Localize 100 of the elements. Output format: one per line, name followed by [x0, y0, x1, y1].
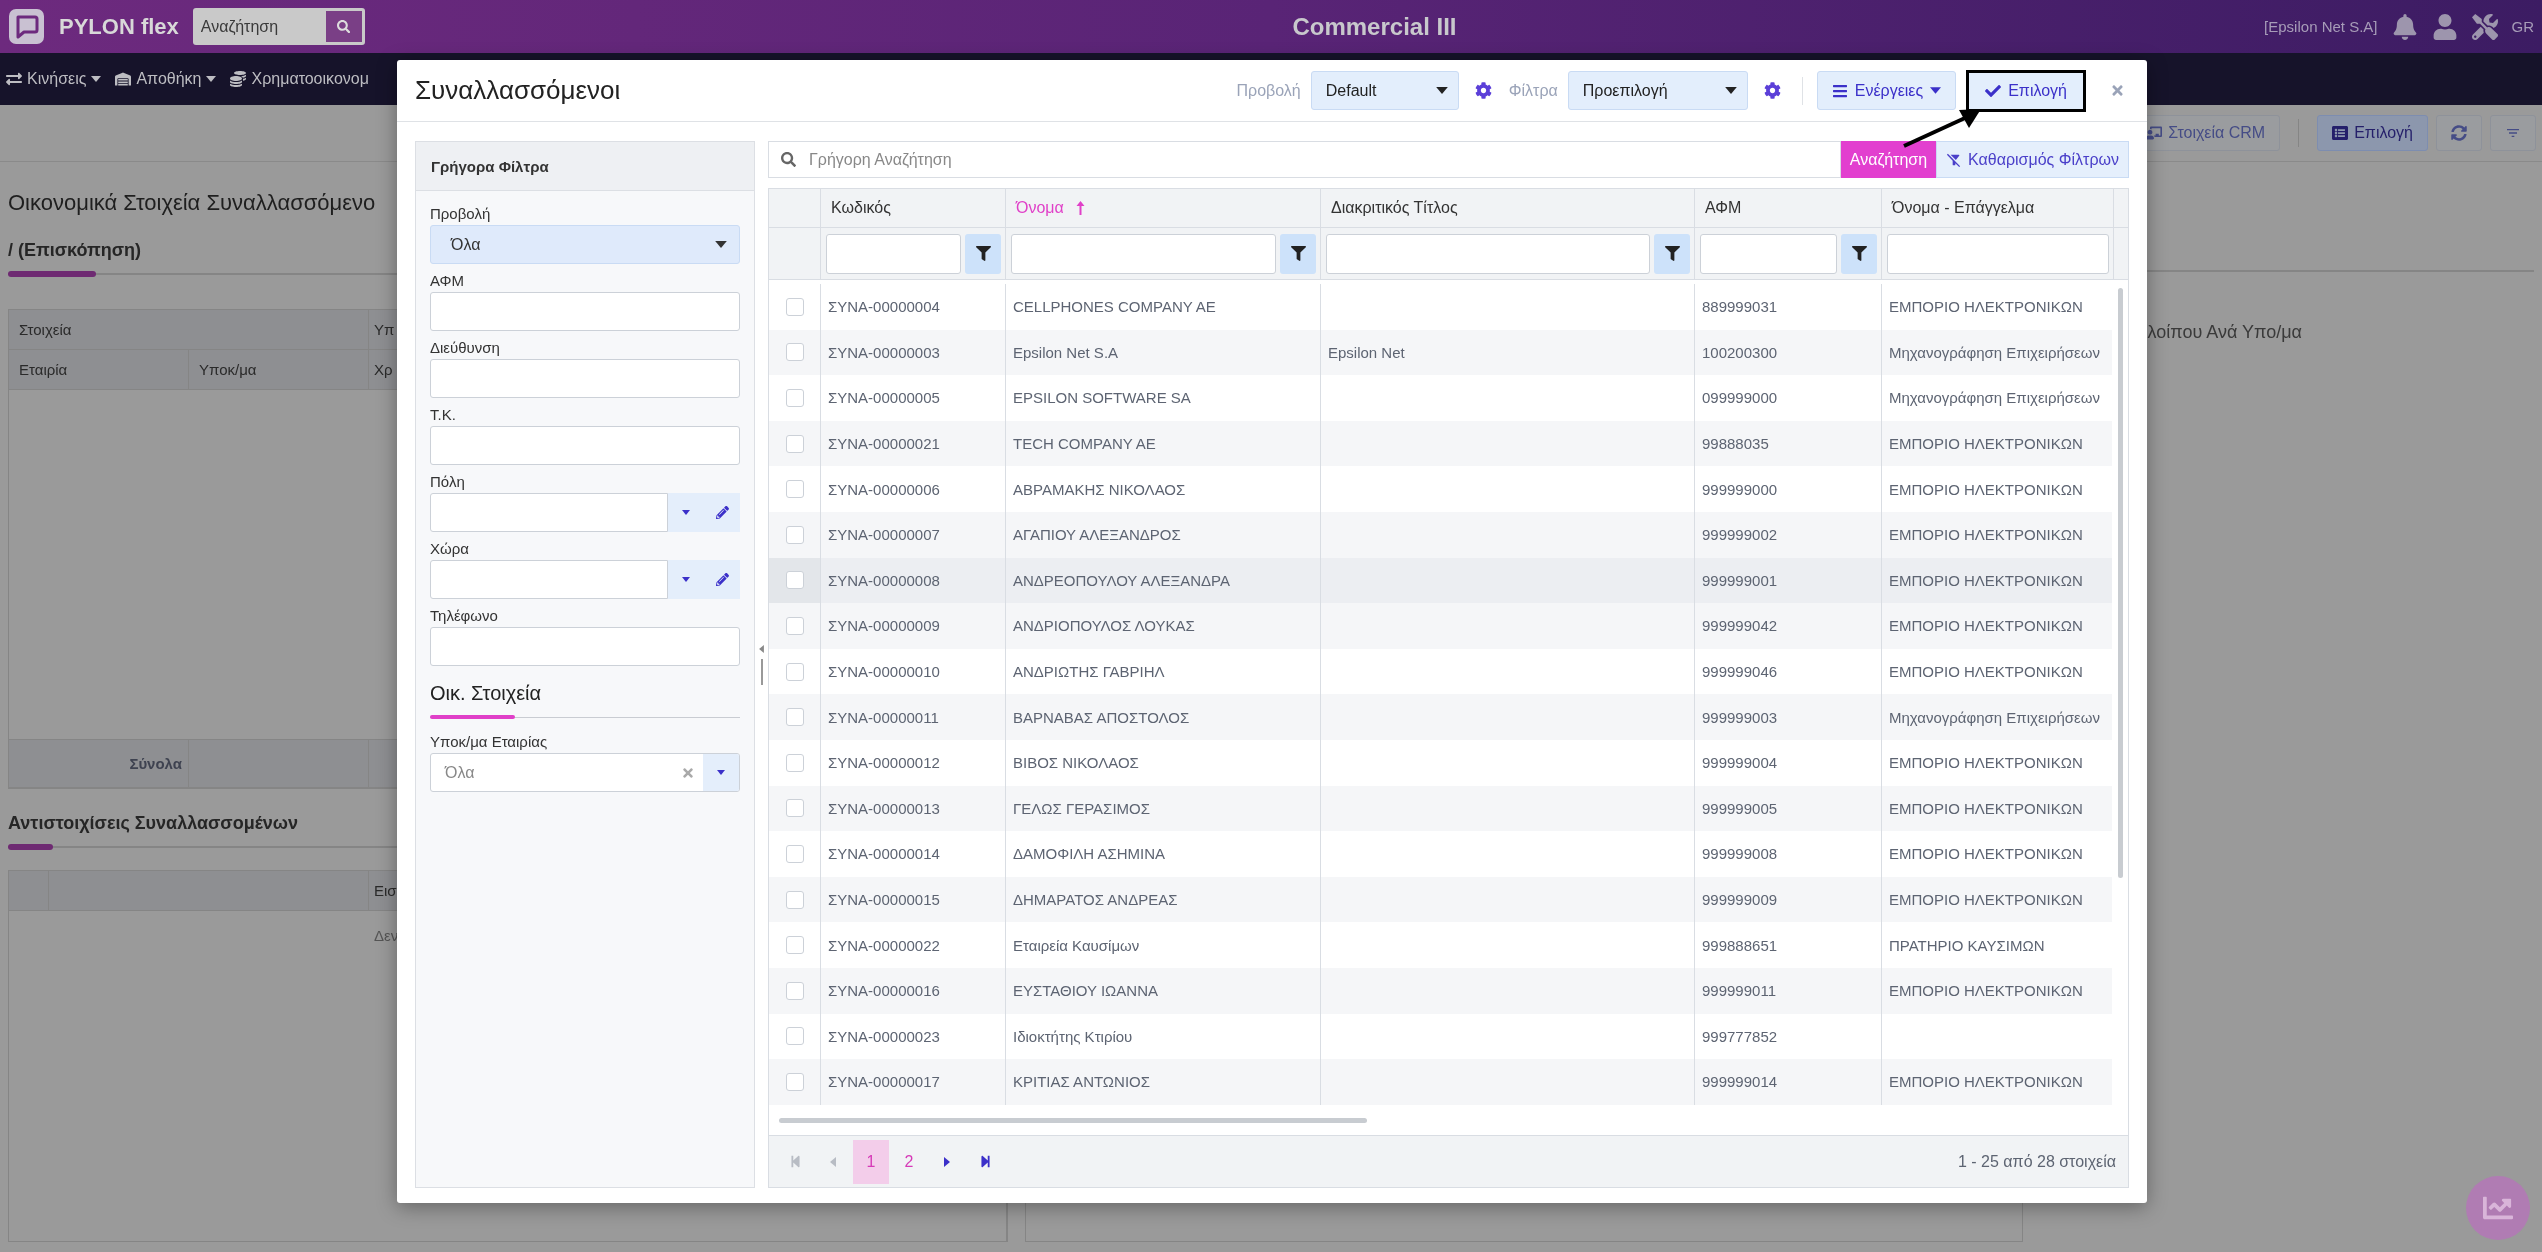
actions-button[interactable]: Ενέργειες — [1816, 71, 1957, 110]
table-row[interactable]: ΣΥΝΑ-00000015 ΔΗΜΑΡΑΤΟΣ ΑΝΔΡΕΑΣ 999999009 ΕΜΠΟΡΙΟ ΗΛΕΚΤΡΟΝΙΚΩΝ — [769, 876, 2112, 923]
column-header[interactable]: Όνομα - Επάγγελμα — [1882, 189, 2114, 227]
input-field[interactable] — [430, 359, 740, 398]
table-cell: ΒΙΒΟΣ ΝΙΚΟΛΑΟΣ — [1006, 739, 1321, 786]
table-cell-text: ΕΜΠΟΡΙΟ ΗΛΕΚΤΡΟΝΙΚΩΝ — [1888, 479, 2084, 500]
row-checkbox[interactable] — [785, 297, 804, 316]
row-checkbox[interactable] — [785, 844, 804, 863]
filter-button[interactable] — [1280, 233, 1316, 274]
gear-icon — [1764, 82, 1782, 99]
select-button[interactable]: Επιλογή — [2317, 115, 2428, 151]
view-select[interactable]: Default — [1310, 71, 1459, 110]
column-header[interactable]: Όνομα — [1006, 189, 1321, 227]
empty-message: Δεν — [373, 926, 400, 946]
row-checkbox[interactable] — [785, 389, 804, 407]
table-row[interactable]: ΣΥΝΑ-00000009 ΑΝΔΡΙΟΠΟΥΛΟΣ ΛΟΥΚΑΣ 999999042 ΕΜΠΟΡΙΟ ΗΛΕΚΤΡΟΝΙΚΩΝ — [769, 603, 2112, 649]
row-checkbox[interactable] — [785, 799, 804, 818]
clear-icon[interactable] — [681, 765, 695, 780]
company-select[interactable]: Όλα — [430, 753, 740, 792]
bell-icon[interactable] — [2391, 13, 2418, 40]
table-row[interactable]: ΣΥΝΑ-00000017 ΚΡΙΤΙΑΣ ΑΝΤΩΝΙΟΣ 999999014 ΕΜΠΟΡΙΟ ΗΛΕΚΤΡΟΝΙΚΩΝ — [769, 1059, 2112, 1105]
search-field[interactable]: Αναζήτηση — [192, 8, 323, 45]
table-cell: 999999003 — [1695, 694, 1882, 740]
row-checkbox[interactable] — [785, 616, 804, 635]
filter-off-icon — [1946, 151, 1963, 168]
column-header[interactable]: Κωδικός — [821, 189, 1006, 227]
filter-button[interactable] — [1841, 233, 1877, 274]
search-button[interactable] — [322, 8, 365, 45]
caret-icon — [682, 510, 690, 515]
row-checkbox[interactable] — [785, 1072, 804, 1091]
select-button[interactable]: Επιλογή — [1966, 69, 2086, 112]
column-header[interactable]: Διακριτικός Τίτλος — [1321, 189, 1695, 227]
menu-item[interactable]: Αποθήκη — [115, 70, 217, 88]
menu-item[interactable]: Χρηματοοικονομ — [230, 70, 369, 88]
close-icon — [2110, 83, 2125, 98]
table-row[interactable]: ΣΥΝΑ-00000021 TECH COMPANY AE 99888035 ΕΜΠΟΡΙΟ ΗΛΕΚΤΡΟΝΙΚΩΝ — [769, 420, 2112, 467]
filter-input[interactable] — [826, 233, 961, 274]
dropdown-button[interactable] — [703, 754, 739, 791]
filter-button[interactable] — [1654, 233, 1690, 274]
input-field[interactable] — [430, 560, 668, 599]
table-cell-text: ΕΜΠΟΡΙΟ ΗΛΕΚΤΡΟΝΙΚΩΝ — [1888, 981, 2084, 1002]
sort-icon — [1075, 200, 1085, 216]
refresh-button[interactable] — [2436, 115, 2482, 151]
row-checkbox[interactable] — [785, 981, 804, 1000]
view-select[interactable]: Όλα — [430, 225, 740, 264]
filter-input[interactable] — [1887, 233, 2109, 274]
clear-filters-button[interactable]: Καθαρισμός Φίλτρων — [1936, 141, 2129, 178]
row-checkbox[interactable] — [785, 434, 804, 453]
table-cell: ΔΑΜΟΦΙΛΗ ΑΣΗΜΙΝΑ — [1006, 831, 1321, 877]
row-checkbox[interactable] — [785, 708, 804, 727]
input-field[interactable] — [430, 627, 740, 666]
language-label[interactable]: GR — [2511, 18, 2534, 35]
row-checkbox[interactable] — [785, 936, 804, 955]
edit-button[interactable] — [704, 560, 740, 599]
field-label: Υποκ/μα Εταιρίας — [430, 733, 548, 750]
table-row[interactable]: ΣΥΝΑ-00000008 ΑΝΔΡΕΟΠΟΥΛΟΥ ΑΛΕΞΑΝΔΡΑ 999999001 ΕΜΠΟΡΙΟ ΗΛΕΚΤΡΟΝΙΚΩΝ — [769, 557, 2112, 604]
row-checkbox[interactable] — [785, 480, 804, 499]
table-cell-text: ΕΜΠΟΡΙΟ ΗΛΕΚΤΡΟΝΙΚΩΝ — [1888, 844, 2084, 865]
row-checkbox[interactable] — [785, 662, 804, 681]
table-header: Εταιρία — [9, 350, 189, 390]
scrollbar[interactable] — [779, 1117, 1367, 1123]
row-checkbox[interactable] — [785, 753, 804, 772]
row-checkbox[interactable] — [785, 525, 804, 544]
input-field[interactable] — [430, 426, 740, 465]
scrollbar[interactable] — [2117, 288, 2123, 878]
table-row[interactable]: ΣΥΝΑ-00000013 ΓΕΛΩΣ ΓΕΡΑΣΙΜΟΣ 999999005 ΕΜΠΟΡΙΟ ΗΛΕΚΤΡΟΝΙΚΩΝ — [769, 785, 2112, 832]
tools-icon[interactable] — [2471, 13, 2498, 40]
table-cell: 999999042 — [1695, 603, 1882, 649]
input-field[interactable] — [430, 493, 668, 532]
table-cell-text: ΕΜΠΟΡΙΟ ΗΛΕΚΤΡΟΝΙΚΩΝ — [1888, 1072, 2084, 1093]
row-checkbox[interactable] — [785, 890, 804, 909]
filter-input[interactable] — [1700, 233, 1837, 274]
table-row[interactable]: ΣΥΝΑ-00000016 ΕΥΣΤΑΘΙΟΥ ΙΩΑΝΝΑ 999999011 ΕΜΠΟΡΙΟ ΗΛΕΚΤΡΟΝΙΚΩΝ — [769, 967, 2112, 1014]
field-label: Τ.Κ. — [430, 406, 456, 423]
row-checkbox[interactable] — [785, 571, 804, 590]
filter-input[interactable] — [1326, 233, 1650, 274]
field-label: Τηλέφωνο — [430, 607, 498, 624]
field-label: Χώρα — [430, 540, 469, 557]
caret-icon — [1724, 87, 1737, 94]
table-cell-text: ΕΜΠΟΡΙΟ ΗΛΕΚΤΡΟΝΙΚΩΝ — [1888, 890, 2084, 910]
page-button[interactable]: 2 — [891, 1139, 927, 1184]
search-button[interactable]: Αναζήτηση — [1840, 141, 1937, 178]
table-row[interactable]: ΣΥΝΑ-00000007 ΑΓΑΠΙΟΥ ΑΛΕΞΑΝΔΡΟΣ 999999002 ΕΜΠΟΡΙΟ ΗΛΕΚΤΡΟΝΙΚΩΝ — [769, 511, 2112, 558]
filter-input[interactable] — [1011, 233, 1276, 274]
input-field[interactable] — [430, 292, 740, 331]
filter-icon — [1664, 246, 1680, 261]
row-checkbox[interactable] — [785, 1027, 804, 1046]
user-icon[interactable] — [2431, 13, 2458, 40]
filter-select[interactable]: Προεπιλογή — [1567, 71, 1748, 110]
row-checkbox[interactable] — [785, 343, 804, 362]
table-row[interactable]: ΣΥΝΑ-00000011 ΒΑΡΝΑΒΑΣ ΑΠΟΣΤΟΛΟΣ 999999003 Μηχανογράφηση Επιχειρήσεων — [769, 694, 2112, 740]
panel-title: Γρήγορα Φίλτρα — [416, 142, 754, 191]
arrows-icon — [6, 71, 22, 87]
table-row[interactable]: ΣΥΝΑ-00000003 Epsilon Net S.A Epsilon Net 100200300 Μηχανογράφηση Επιχειρήσεων — [769, 329, 2112, 376]
splitter-handle[interactable] — [760, 658, 763, 685]
filter-button[interactable] — [965, 233, 1001, 274]
search-field[interactable]: Γρήγορη Αναζήτηση — [768, 141, 1841, 178]
menu-item[interactable]: Κινήσεις — [6, 70, 102, 88]
edit-button[interactable] — [704, 493, 740, 532]
column-header[interactable]: ΑΦΜ — [1695, 189, 1882, 227]
